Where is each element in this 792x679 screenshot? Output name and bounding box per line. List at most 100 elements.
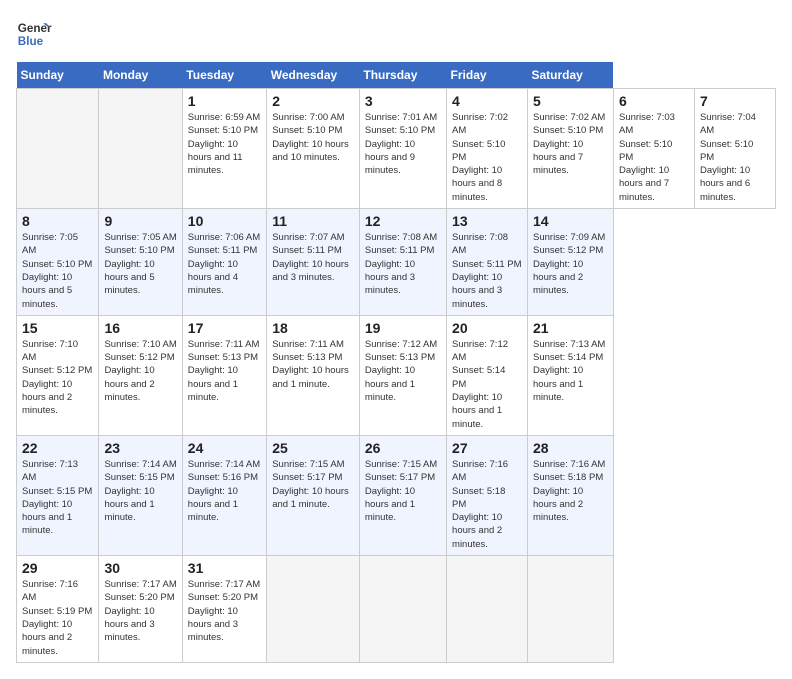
day-number: 22 <box>22 440 93 456</box>
calendar-day-cell: 9 Sunrise: 7:05 AMSunset: 5:10 PMDaylight… <box>99 209 182 316</box>
day-info: Sunrise: 7:17 AMSunset: 5:20 PMDaylight:… <box>188 578 261 644</box>
calendar-day-cell: 24Sunrise: 7:14 AMSunset: 5:16 PMDayligh… <box>182 435 266 555</box>
day-number: 5 <box>533 93 608 109</box>
day-info: Sunrise: 7:10 AMSunset: 5:12 PMDaylight:… <box>104 338 176 404</box>
weekday-header: Friday <box>447 62 528 89</box>
day-number: 19 <box>365 320 441 336</box>
day-number: 11 <box>272 213 354 229</box>
calendar-week-row: 15 Sunrise: 7:10 AMSunset: 5:12 PMDayligh… <box>17 315 776 435</box>
day-info: Sunrise: 7:11 AMSunset: 5:13 PMDaylight:… <box>188 338 261 404</box>
day-number: 18 <box>272 320 354 336</box>
day-info: Sunrise: 7:07 AMSunset: 5:11 PMDaylight:… <box>272 231 354 284</box>
day-info: Sunrise: 7:13 AMSunset: 5:15 PMDaylight:… <box>22 458 93 538</box>
day-info: Sunrise: 7:00 AMSunset: 5:10 PMDaylight:… <box>272 111 354 164</box>
day-number: 30 <box>104 560 176 576</box>
day-info: Sunrise: 7:16 AMSunset: 5:18 PMDaylight:… <box>452 458 522 551</box>
day-info: Sunrise: 7:17 AMSunset: 5:20 PMDaylight:… <box>104 578 176 644</box>
calendar-day-cell: 31 Sunrise: 7:17 AMSunset: 5:20 PMDayligh… <box>182 556 266 663</box>
calendar-day-cell: 25 Sunrise: 7:15 AMSunset: 5:17 PMDayligh… <box>267 435 360 555</box>
day-number: 28 <box>533 440 608 456</box>
day-number: 6 <box>619 93 689 109</box>
day-number: 4 <box>452 93 522 109</box>
calendar-day-cell: 2 Sunrise: 7:00 AMSunset: 5:10 PMDaylight… <box>267 89 360 209</box>
day-info: Sunrise: 7:11 AMSunset: 5:13 PMDaylight:… <box>272 338 354 391</box>
day-info: Sunrise: 7:15 AMSunset: 5:17 PMDaylight:… <box>272 458 354 511</box>
day-number: 29 <box>22 560 93 576</box>
calendar-day-cell: 26Sunrise: 7:15 AMSunset: 5:17 PMDayligh… <box>359 435 446 555</box>
calendar-day-cell: 28Sunrise: 7:16 AMSunset: 5:18 PMDayligh… <box>528 435 614 555</box>
calendar-day-cell: 16 Sunrise: 7:10 AMSunset: 5:12 PMDayligh… <box>99 315 182 435</box>
calendar-day-cell: 1 Sunrise: 6:59 AMSunset: 5:10 PMDaylight… <box>182 89 266 209</box>
calendar-day-cell: 23 Sunrise: 7:14 AMSunset: 5:15 PMDayligh… <box>99 435 182 555</box>
calendar-day-cell: 5 Sunrise: 7:02 AMSunset: 5:10 PMDaylight… <box>528 89 614 209</box>
calendar-day-cell <box>99 89 182 209</box>
day-info: Sunrise: 7:13 AMSunset: 5:14 PMDaylight:… <box>533 338 608 404</box>
calendar-week-row: 1 Sunrise: 6:59 AMSunset: 5:10 PMDaylight… <box>17 89 776 209</box>
day-info: Sunrise: 7:16 AMSunset: 5:19 PMDaylight:… <box>22 578 93 658</box>
day-number: 2 <box>272 93 354 109</box>
weekday-header: Sunday <box>17 62 99 89</box>
day-number: 23 <box>104 440 176 456</box>
day-number: 31 <box>188 560 261 576</box>
calendar-day-cell: 29 Sunrise: 7:16 AMSunset: 5:19 PMDayligh… <box>17 556 99 663</box>
weekday-header: Saturday <box>528 62 614 89</box>
day-info: Sunrise: 7:05 AMSunset: 5:10 PMDaylight:… <box>104 231 176 297</box>
calendar-day-cell: 10Sunrise: 7:06 AMSunset: 5:11 PMDayligh… <box>182 209 266 316</box>
day-info: Sunrise: 7:09 AMSunset: 5:12 PMDaylight:… <box>533 231 608 297</box>
calendar-day-cell: 11 Sunrise: 7:07 AMSunset: 5:11 PMDayligh… <box>267 209 360 316</box>
calendar-day-cell <box>359 556 446 663</box>
day-number: 9 <box>104 213 176 229</box>
day-number: 20 <box>452 320 522 336</box>
calendar-day-cell: 15Sunrise: 7:10 AMSunset: 5:12 PMDayligh… <box>17 315 99 435</box>
day-info: Sunrise: 7:02 AMSunset: 5:10 PMDaylight:… <box>452 111 522 204</box>
weekday-header: Tuesday <box>182 62 266 89</box>
calendar-day-cell: 20 Sunrise: 7:12 AMSunset: 5:14 PMDayligh… <box>447 315 528 435</box>
day-info: Sunrise: 7:08 AMSunset: 5:11 PMDaylight:… <box>365 231 441 297</box>
logo-icon: General Blue <box>16 16 52 52</box>
calendar-day-cell: 6 Sunrise: 7:03 AMSunset: 5:10 PMDaylight… <box>613 89 694 209</box>
day-info: Sunrise: 7:12 AMSunset: 5:14 PMDaylight:… <box>452 338 522 431</box>
day-number: 15 <box>22 320 93 336</box>
day-info: Sunrise: 7:08 AMSunset: 5:11 PMDaylight:… <box>452 231 522 311</box>
calendar-day-cell: 13 Sunrise: 7:08 AMSunset: 5:11 PMDayligh… <box>447 209 528 316</box>
day-number: 16 <box>104 320 176 336</box>
day-info: Sunrise: 7:15 AMSunset: 5:17 PMDaylight:… <box>365 458 441 524</box>
day-info: Sunrise: 7:14 AMSunset: 5:15 PMDaylight:… <box>104 458 176 524</box>
day-number: 8 <box>22 213 93 229</box>
calendar-day-cell <box>17 89 99 209</box>
day-info: Sunrise: 7:12 AMSunset: 5:13 PMDaylight:… <box>365 338 441 404</box>
day-info: Sunrise: 6:59 AMSunset: 5:10 PMDaylight:… <box>188 111 261 177</box>
day-number: 3 <box>365 93 441 109</box>
weekday-header: Thursday <box>359 62 446 89</box>
calendar-week-row: 8 Sunrise: 7:05 AMSunset: 5:10 PMDaylight… <box>17 209 776 316</box>
calendar-day-cell: 18 Sunrise: 7:11 AMSunset: 5:13 PMDayligh… <box>267 315 360 435</box>
day-number: 21 <box>533 320 608 336</box>
day-number: 13 <box>452 213 522 229</box>
calendar-day-cell <box>528 556 614 663</box>
calendar-day-cell: 7Sunrise: 7:04 AMSunset: 5:10 PMDaylight… <box>694 89 775 209</box>
calendar-day-cell: 21 Sunrise: 7:13 AMSunset: 5:14 PMDayligh… <box>528 315 614 435</box>
day-info: Sunrise: 7:02 AMSunset: 5:10 PMDaylight:… <box>533 111 608 177</box>
calendar-day-cell: 22 Sunrise: 7:13 AMSunset: 5:15 PMDayligh… <box>17 435 99 555</box>
day-info: Sunrise: 7:03 AMSunset: 5:10 PMDaylight:… <box>619 111 689 204</box>
day-info: Sunrise: 7:05 AMSunset: 5:10 PMDaylight:… <box>22 231 93 311</box>
calendar-day-cell: 14Sunrise: 7:09 AMSunset: 5:12 PMDayligh… <box>528 209 614 316</box>
calendar-day-cell <box>267 556 360 663</box>
weekday-header-row: SundayMondayTuesdayWednesdayThursdayFrid… <box>17 62 776 89</box>
logo: General Blue <box>16 16 52 52</box>
calendar-day-cell: 8 Sunrise: 7:05 AMSunset: 5:10 PMDaylight… <box>17 209 99 316</box>
day-info: Sunrise: 7:14 AMSunset: 5:16 PMDaylight:… <box>188 458 261 524</box>
day-info: Sunrise: 7:06 AMSunset: 5:11 PMDaylight:… <box>188 231 261 297</box>
day-info: Sunrise: 7:04 AMSunset: 5:10 PMDaylight:… <box>700 111 770 204</box>
day-number: 17 <box>188 320 261 336</box>
calendar-day-cell: 27 Sunrise: 7:16 AMSunset: 5:18 PMDayligh… <box>447 435 528 555</box>
day-number: 25 <box>272 440 354 456</box>
calendar-day-cell: 3 Sunrise: 7:01 AMSunset: 5:10 PMDaylight… <box>359 89 446 209</box>
weekday-header: Monday <box>99 62 182 89</box>
calendar-day-cell <box>447 556 528 663</box>
day-number: 27 <box>452 440 522 456</box>
day-number: 1 <box>188 93 261 109</box>
calendar-day-cell: 19 Sunrise: 7:12 AMSunset: 5:13 PMDayligh… <box>359 315 446 435</box>
day-info: Sunrise: 7:01 AMSunset: 5:10 PMDaylight:… <box>365 111 441 177</box>
day-number: 12 <box>365 213 441 229</box>
